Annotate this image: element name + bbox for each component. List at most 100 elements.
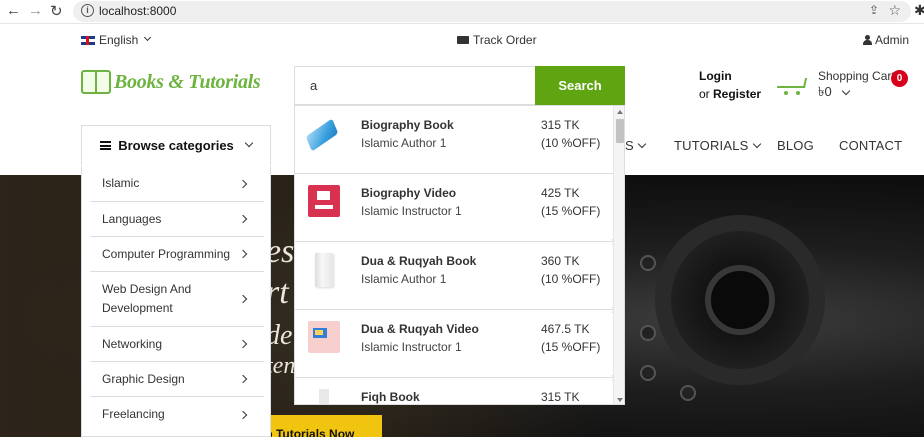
- search-field[interactable]: [294, 66, 536, 105]
- categories-dropdown: Islamic Languages Computer Programming W…: [81, 166, 271, 437]
- bookmark-star-icon[interactable]: ☆: [888, 2, 901, 19]
- track-order-link[interactable]: Track Order: [457, 33, 537, 47]
- open-book-icon: [81, 70, 111, 94]
- result-price: 360 TK: [541, 254, 580, 268]
- result-title: Biography Video: [361, 186, 457, 200]
- chevron-right-icon: [238, 249, 248, 259]
- search-result-item[interactable]: Fiqh Book 315 TK: [295, 378, 613, 404]
- register-link[interactable]: Register: [713, 87, 761, 101]
- admin-label: Admin: [875, 33, 910, 47]
- result-author: Islamic Instructor 1: [361, 204, 462, 218]
- result-discount: (10 %OFF): [541, 136, 601, 150]
- language-label: English: [99, 33, 139, 47]
- category-item-languages[interactable]: Languages: [90, 202, 264, 237]
- chevron-down-icon: [841, 86, 850, 95]
- login-link[interactable]: Login: [699, 69, 732, 83]
- share-icon[interactable]: ⇪: [869, 3, 879, 17]
- book-thumbnail: [315, 253, 333, 287]
- result-discount: (15 %OFF): [541, 204, 601, 218]
- camera-lens-center: [705, 265, 775, 335]
- search-input[interactable]: [295, 67, 536, 104]
- chevron-right-icon: [238, 294, 248, 304]
- chevron-right-icon: [238, 214, 248, 224]
- user-icon: [863, 35, 872, 45]
- search-result-item[interactable]: Dua & Ruqyah Video Islamic Instructor 1 …: [295, 310, 616, 381]
- forward-arrow-icon[interactable]: →: [28, 2, 43, 19]
- browser-toolbar: ← → ↻ i localhost:8000 ⇪ ☆ ✱: [0, 0, 924, 24]
- scrollbar-thumb[interactable]: [616, 119, 624, 143]
- category-item-freelancing[interactable]: Freelancing: [90, 397, 264, 432]
- nav-item-contact[interactable]: CONTACT: [839, 138, 902, 153]
- chevron-down-icon: [752, 139, 761, 149]
- camera-dial: [640, 365, 656, 381]
- browse-categories-label: Browse categories: [118, 138, 234, 153]
- result-title: Dua & Ruqyah Video: [361, 322, 479, 336]
- category-label: Islamic: [102, 176, 140, 190]
- result-price: 425 TK: [541, 186, 580, 200]
- truck-icon: [457, 36, 469, 44]
- topbar: English Track Order Admin: [0, 24, 924, 57]
- nav-item-tutorials[interactable]: TUTORIALS: [674, 138, 761, 153]
- back-arrow-icon[interactable]: ←: [6, 2, 21, 19]
- nav-item-label: TUTORIALS: [674, 138, 749, 153]
- category-item-networking[interactable]: Networking: [90, 327, 264, 362]
- or-text: or: [699, 87, 710, 101]
- admin-link[interactable]: Admin: [863, 33, 909, 47]
- result-title: Dua & Ruqyah Book: [361, 254, 477, 268]
- category-label: Freelancing: [102, 407, 165, 421]
- result-price: 315 TK: [541, 390, 580, 404]
- site-logo[interactable]: Books & Tutorials: [81, 70, 261, 94]
- video-thumbnail: [308, 185, 340, 217]
- result-author: Islamic Author 1: [361, 272, 447, 286]
- browse-categories-button[interactable]: Browse categories: [81, 125, 271, 165]
- category-item-islamic[interactable]: Islamic: [90, 166, 264, 202]
- result-price: 467.5 TK: [541, 322, 590, 336]
- chevron-down-icon: [244, 138, 254, 147]
- chevron-down-icon: [637, 139, 647, 149]
- results-scrollbar[interactable]: [613, 106, 624, 404]
- category-label: Web Design And Development: [102, 282, 192, 315]
- result-author: Islamic Author 1: [361, 136, 447, 150]
- logo-text: Books & Tutorials: [114, 70, 261, 93]
- category-label: Languages: [102, 211, 162, 226]
- reload-icon[interactable]: ↻: [50, 2, 63, 20]
- menu-icon: [100, 141, 112, 150]
- category-label: Networking: [102, 336, 163, 351]
- cart-amount[interactable]: ৳0: [818, 83, 850, 104]
- result-title: Biography Book: [361, 118, 454, 132]
- camera-dial: [640, 325, 656, 341]
- address-url[interactable]: localhost:8000: [99, 4, 176, 18]
- scroll-down-arrow-icon[interactable]: [617, 398, 623, 402]
- address-bar[interactable]: i localhost:8000 ⇪ ☆: [73, 1, 911, 22]
- register-line: or Register: [699, 87, 761, 101]
- search-result-item[interactable]: Biography Video Islamic Instructor 1 425…: [295, 174, 616, 245]
- result-author: Islamic Instructor 1: [361, 340, 462, 354]
- nav-item-blog[interactable]: BLOG: [777, 138, 814, 153]
- result-title: Fiqh Book: [361, 390, 420, 404]
- chevron-right-icon: [238, 179, 248, 188]
- result-discount: (15 %OFF): [541, 340, 601, 354]
- search-result-item[interactable]: Dua & Ruqyah Book Islamic Author 1 360 T…: [295, 242, 616, 313]
- book-thumbnail: [305, 118, 339, 152]
- nav-item-label: S: [625, 138, 634, 153]
- category-label: Graphic Design: [102, 371, 185, 386]
- chevron-down-icon: [144, 33, 152, 41]
- language-selector[interactable]: English: [81, 33, 152, 47]
- extensions-icon[interactable]: ✱: [914, 2, 924, 19]
- nav-item-partial[interactable]: S: [625, 138, 647, 153]
- scroll-up-arrow-icon[interactable]: [617, 110, 623, 114]
- search-button[interactable]: Search: [535, 66, 625, 105]
- shopping-cart-icon[interactable]: [776, 76, 808, 98]
- camera-dial: [680, 385, 696, 401]
- cart-label[interactable]: Shopping Cart: [818, 69, 895, 83]
- site-info-icon[interactable]: i: [81, 4, 94, 17]
- search-result-item[interactable]: Biography Book Islamic Author 1 315 TK (…: [295, 106, 613, 174]
- chevron-right-icon: [238, 410, 248, 419]
- result-discount: (10 %OFF): [541, 272, 601, 286]
- category-item-web-design[interactable]: Web Design And Development: [90, 272, 264, 327]
- video-thumbnail: [308, 321, 340, 353]
- category-item-graphic-design[interactable]: Graphic Design: [90, 362, 264, 397]
- chevron-right-icon: [238, 374, 248, 384]
- category-label: Computer Programming: [102, 246, 231, 261]
- category-item-computer-programming[interactable]: Computer Programming: [90, 237, 264, 272]
